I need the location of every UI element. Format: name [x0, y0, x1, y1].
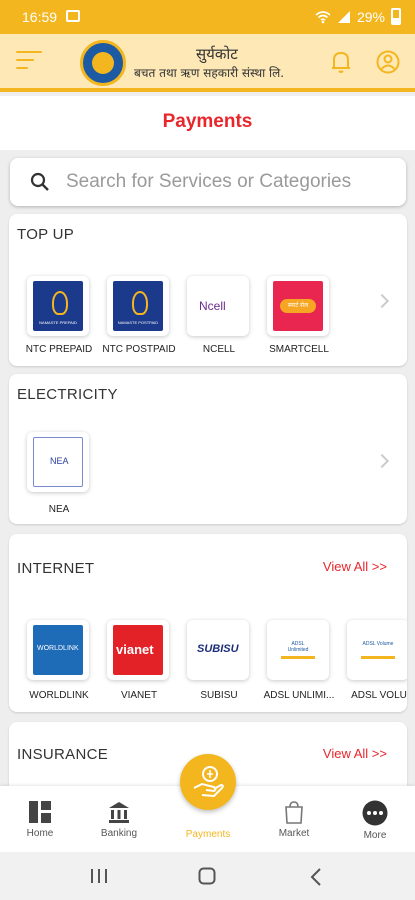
ntc-logo: NAMASTE POSTPAID	[113, 281, 163, 331]
brand-title: सुर्यकोट	[196, 45, 238, 63]
cooperative-logo	[80, 40, 126, 86]
nav-payments-label: Payments	[185, 829, 231, 840]
section-title: INSURANCE	[17, 746, 109, 763]
topup-section: TOP UP NAMASTE PREPAID NTC PREPAID NAMAS…	[9, 214, 407, 366]
more-dots-icon	[362, 800, 388, 826]
profile-icon[interactable]	[376, 50, 400, 74]
chevron-right-icon[interactable]	[374, 293, 390, 309]
insurance-view-all-link[interactable]: View All >>	[323, 746, 387, 761]
service-label: ADSL VOLU	[351, 690, 407, 701]
menu-icon[interactable]	[16, 51, 42, 73]
battery-percent: 29%	[356, 8, 385, 25]
internet-section: INTERNET View All >> WORLDLINK WORLDLINK…	[9, 534, 407, 712]
search-icon	[30, 172, 49, 191]
chevron-right-icon[interactable]	[374, 453, 390, 469]
payment-hand-icon	[193, 766, 224, 798]
status-bar: 16:59 29%	[0, 0, 415, 34]
worldlink-logo: WORLDLINK	[33, 625, 83, 675]
ntc-logo: NAMASTE PREPAID	[33, 281, 83, 331]
wifi-icon	[315, 10, 331, 23]
bank-icon	[109, 802, 129, 823]
service-label: SMARTCELL	[269, 344, 329, 355]
service-label: ADSL UNLIMI...	[263, 690, 335, 701]
image-notification-icon	[66, 10, 80, 22]
search-placeholder: Search for Services or Categories	[66, 171, 352, 192]
shopping-bag-icon	[285, 801, 303, 824]
nav-banking-label: Banking	[100, 828, 138, 839]
payments-fab-button[interactable]	[180, 754, 236, 810]
system-nav-bar	[0, 852, 415, 900]
battery-icon	[391, 8, 401, 25]
app-header: सुर्यकोट बचत तथा ऋण सहकारी संस्था लि.	[0, 34, 415, 92]
status-time: 16:59	[22, 9, 58, 25]
nea-logo: NEA	[33, 437, 83, 487]
service-label: SUBISU	[200, 690, 238, 701]
nav-home-label: Home	[26, 828, 54, 839]
service-label: WORLDLINK	[29, 690, 89, 701]
nav-banking[interactable]: Banking	[84, 800, 154, 839]
nav-market[interactable]: Market	[259, 800, 329, 839]
adsl-logo: ADSL Volume	[353, 625, 403, 675]
vianet-logo: vianet	[113, 625, 163, 675]
recent-apps-icon[interactable]	[90, 868, 108, 884]
notification-bell-icon[interactable]	[330, 50, 352, 74]
subisu-logo: SUBISU	[193, 625, 243, 675]
nav-market-label: Market	[278, 828, 310, 839]
electricity-section: ELECTRICITY NEA NEA	[9, 374, 407, 524]
page-title: Payments	[162, 111, 253, 132]
service-label: VIANET	[120, 690, 158, 701]
ncell-logo: Ncell	[193, 281, 243, 331]
nav-more-label: More	[363, 830, 387, 841]
signal-icon	[337, 10, 350, 23]
search-input[interactable]: Search for Services or Categories	[10, 158, 406, 206]
service-label: NEA	[48, 504, 70, 515]
service-label: NCELL	[202, 344, 236, 355]
brand-subtitle: बचत तथा ऋण सहकारी संस्था लि.	[134, 66, 285, 80]
adsl-logo: ADSL Unlimited	[273, 625, 323, 675]
nav-more[interactable]: More	[340, 800, 410, 841]
smartcell-logo: स्मार्ट सेल	[273, 281, 323, 331]
service-label: NTC POSTPAID	[102, 344, 176, 355]
home-button-icon[interactable]	[198, 867, 216, 885]
internet-view-all-link[interactable]: View All >>	[323, 559, 387, 574]
section-title: INTERNET	[17, 560, 95, 577]
section-title: TOP UP	[17, 226, 75, 243]
service-label: NTC PREPAID	[25, 344, 93, 355]
home-grid-icon	[29, 801, 51, 823]
back-icon[interactable]	[310, 868, 322, 886]
nav-home[interactable]: Home	[5, 800, 75, 839]
section-title: ELECTRICITY	[17, 386, 118, 403]
page-title-bar: Payments	[0, 96, 415, 150]
